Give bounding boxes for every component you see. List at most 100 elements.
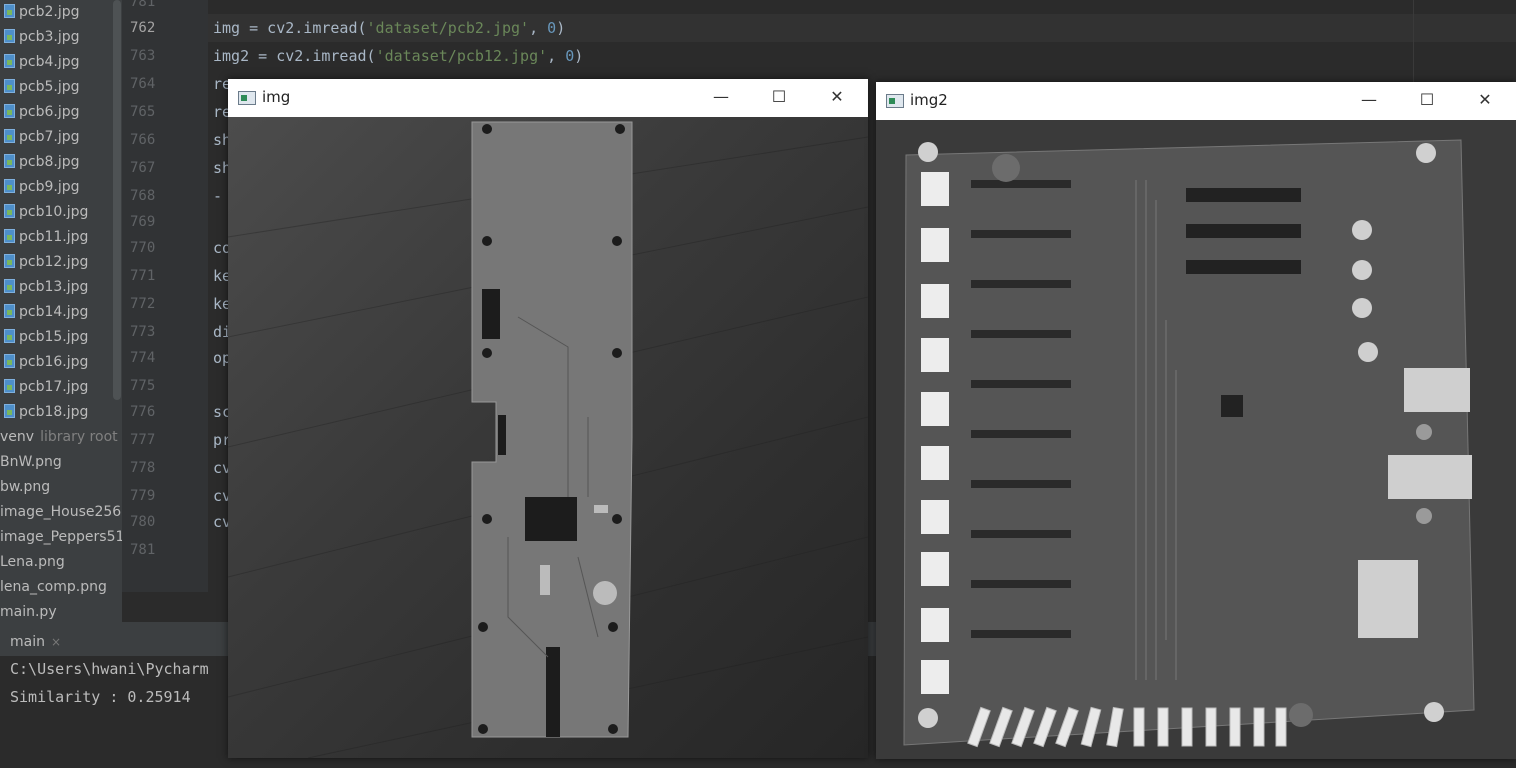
line-number: 764: [130, 76, 156, 92]
window-title: img: [262, 88, 291, 106]
image-file-icon: [4, 379, 15, 393]
close-button[interactable]: ✕: [1456, 82, 1514, 120]
venv-folder[interactable]: venv library root: [0, 425, 118, 450]
file-item-label: pcb8.jpg: [19, 154, 80, 170]
image-file-icon: [4, 204, 15, 218]
pcb-narrow-image: [228, 121, 868, 758]
line-number: 766: [130, 132, 156, 148]
file-item-label: pcb3.jpg: [19, 29, 80, 45]
maximize-button[interactable]: ☐: [1398, 82, 1456, 120]
app-icon: [238, 91, 256, 105]
file-item[interactable]: pcb14.jpg: [0, 300, 88, 325]
line-number: 778: [130, 460, 156, 476]
library-root-hint: library root: [40, 429, 118, 445]
image-file-icon: [4, 404, 15, 418]
code-line-762[interactable]: img = cv2.imread('dataset/pcb2.jpg', 0): [213, 14, 565, 42]
file-item-label: pcb11.jpg: [19, 229, 89, 245]
root-file-item[interactable]: image_Peppers512: [0, 525, 122, 550]
tree-scrollbar[interactable]: [113, 0, 121, 400]
image-file-icon: [4, 4, 15, 18]
root-file-item[interactable]: image_House256rg: [0, 500, 122, 525]
file-item-label: pcb13.jpg: [19, 279, 89, 295]
run-tab-main[interactable]: main ×: [0, 630, 61, 654]
image-file-icon: [4, 279, 15, 293]
window-titlebar[interactable]: img2 — ☐ ✕: [876, 82, 1516, 120]
line-number: 770: [130, 240, 156, 256]
app-icon: [886, 94, 904, 108]
close-button[interactable]: ✕: [808, 79, 866, 117]
file-item[interactable]: pcb3.jpg: [0, 25, 80, 50]
file-item[interactable]: pcb13.jpg: [0, 275, 88, 300]
file-item[interactable]: pcb6.jpg: [0, 100, 80, 125]
image-file-icon: [4, 354, 15, 368]
image-file-icon: [4, 79, 15, 93]
file-item[interactable]: pcb10.jpg: [0, 200, 88, 225]
line-number: 781: [130, 542, 156, 558]
root-file-item[interactable]: BnW.png: [0, 450, 62, 475]
close-icon[interactable]: ×: [51, 635, 61, 649]
root-file-item[interactable]: Lena.png: [0, 550, 65, 575]
image-file-icon: [4, 254, 15, 268]
project-tree: pcb2.jpg pcb3.jpg pcb4.jpg pcb5.jpg pcb6.jpg…: [0, 0, 122, 622]
image-file-icon: [4, 229, 15, 243]
file-item[interactable]: pcb2.jpg: [0, 0, 80, 25]
file-item-label: pcb12.jpg: [19, 254, 89, 270]
window-titlebar[interactable]: img — ☐ ✕: [228, 79, 868, 117]
file-item[interactable]: pcb12.jpg: [0, 250, 88, 275]
image-file-icon: [4, 129, 15, 143]
root-file-item[interactable]: bw.png: [0, 475, 50, 500]
file-item[interactable]: pcb15.jpg: [0, 325, 88, 350]
line-number: 780: [130, 514, 156, 530]
code-line-763[interactable]: img2 = cv2.imread('dataset/pcb12.jpg', 0…: [213, 42, 583, 70]
line-number: 776: [130, 404, 156, 420]
line-number: 772: [130, 296, 156, 312]
file-item[interactable]: pcb16.jpg: [0, 350, 88, 375]
root-file-item[interactable]: lena_comp.png: [0, 575, 107, 600]
console-line-similarity: Similarity : 0.25914: [10, 688, 191, 706]
file-item[interactable]: pcb9.jpg: [0, 175, 80, 200]
image-file-icon: [4, 54, 15, 68]
line-number: 765: [130, 104, 156, 120]
file-item-label: pcb2.jpg: [19, 4, 80, 20]
image-file-icon: [4, 329, 15, 343]
venv-label: venv: [0, 429, 35, 445]
line-number: 773: [130, 324, 156, 340]
line-number: 768: [130, 188, 156, 204]
file-item[interactable]: pcb4.jpg: [0, 50, 80, 75]
maximize-button[interactable]: ☐: [750, 79, 808, 117]
line-number: 774: [130, 350, 156, 366]
file-item-label: pcb10.jpg: [19, 204, 89, 220]
file-item-label: pcb18.jpg: [19, 404, 89, 420]
line-number: 763: [130, 48, 156, 64]
window-title: img2: [910, 91, 948, 109]
image-file-icon: [4, 179, 15, 193]
file-item-label: pcb16.jpg: [19, 354, 89, 370]
code-line-768[interactable]: -: [213, 182, 222, 210]
image-file-icon: [4, 154, 15, 168]
file-item[interactable]: pcb5.jpg: [0, 75, 80, 100]
line-number: 767: [130, 160, 156, 176]
file-item-label: pcb6.jpg: [19, 104, 80, 120]
image-window-img2[interactable]: img2 — ☐ ✕: [876, 82, 1516, 759]
file-item[interactable]: pcb18.jpg: [0, 400, 88, 425]
line-number: 771: [130, 268, 156, 284]
file-item-label: pcb4.jpg: [19, 54, 80, 70]
file-item[interactable]: pcb11.jpg: [0, 225, 88, 250]
line-number: 762: [130, 20, 156, 36]
file-item[interactable]: pcb17.jpg: [0, 375, 88, 400]
run-tab-label: main: [10, 634, 45, 650]
line-number: 769: [130, 214, 156, 230]
root-file-item[interactable]: main.py: [0, 600, 57, 622]
image-file-icon: [4, 104, 15, 118]
image-window-img[interactable]: img — ☐ ✕: [228, 79, 868, 758]
file-item-label: pcb5.jpg: [19, 79, 80, 95]
image-canvas: [228, 117, 868, 758]
file-item[interactable]: pcb7.jpg: [0, 125, 80, 150]
image-file-icon: [4, 29, 15, 43]
minimize-button[interactable]: —: [692, 79, 750, 117]
minimize-button[interactable]: —: [1340, 82, 1398, 120]
file-item-label: pcb9.jpg: [19, 179, 80, 195]
image-file-icon: [4, 304, 15, 318]
file-item[interactable]: pcb8.jpg: [0, 150, 80, 175]
image-canvas: [876, 120, 1516, 759]
